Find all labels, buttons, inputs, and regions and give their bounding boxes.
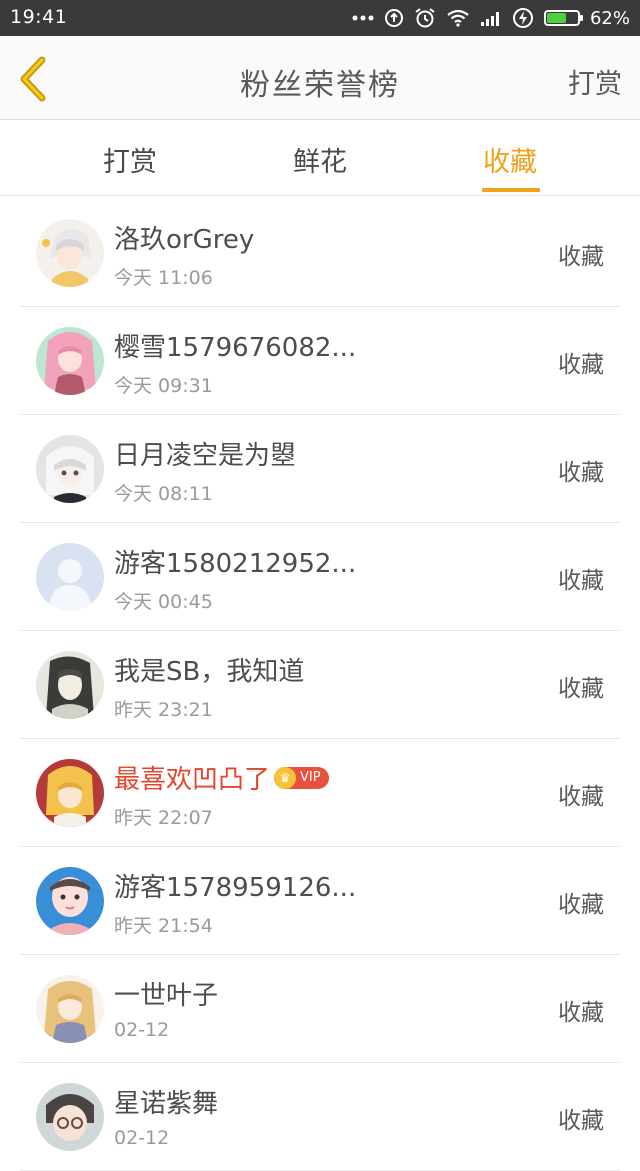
user-name: 星诺紫舞 bbox=[114, 1089, 219, 1119]
user-name: 一世叶子 bbox=[114, 981, 219, 1011]
more-dots-icon bbox=[352, 15, 374, 21]
name-wrap: 樱雪1579676082... bbox=[114, 327, 356, 364]
list-item[interactable]: 星诺紫舞 02-12 收藏 bbox=[0, 1063, 640, 1171]
name-wrap: 洛玖orGrey bbox=[114, 219, 254, 256]
action-label: 收藏 bbox=[558, 244, 604, 270]
avatar[interactable] bbox=[36, 975, 104, 1043]
avatar[interactable] bbox=[36, 327, 104, 395]
action-label: 收藏 bbox=[558, 352, 604, 378]
action-label: 收藏 bbox=[558, 1000, 604, 1026]
tab-favorites[interactable]: 收藏 bbox=[450, 140, 570, 192]
list-item[interactable]: 游客1578959126... 昨天 21:54 收藏 bbox=[0, 847, 640, 955]
fan-list: 洛玖orGrey 今天 11:06 收藏 樱雪1579676082... 今天 … bbox=[0, 199, 640, 1171]
avatar[interactable] bbox=[36, 867, 104, 935]
timestamp: 昨天 22:07 bbox=[114, 807, 213, 829]
battery-percent: 62% bbox=[589, 7, 630, 29]
list-item[interactable]: 最喜欢凹凸了 ♛ VIP 昨天 22:07 收藏 bbox=[0, 739, 640, 847]
timestamp: 02-12 bbox=[114, 1127, 170, 1149]
tab-label: 收藏 bbox=[483, 147, 537, 178]
vip-badge-label: VIP bbox=[300, 770, 321, 785]
list-item[interactable]: 我是SB，我知道 昨天 23:21 收藏 bbox=[0, 631, 640, 739]
crown-icon: ♛ bbox=[274, 766, 297, 789]
tab-active-indicator bbox=[482, 188, 540, 192]
action-label: 收藏 bbox=[558, 784, 604, 810]
timestamp: 今天 08:11 bbox=[114, 483, 213, 505]
signal-icon bbox=[480, 12, 499, 26]
list-item[interactable]: 日月凌空是为曌 今天 08:11 收藏 bbox=[0, 415, 640, 523]
tab-reward[interactable]: 打赏 bbox=[70, 140, 190, 179]
status-bar: 19:41 62% bbox=[0, 0, 640, 36]
wifi-icon bbox=[447, 9, 469, 27]
tab-bar: 打赏 鲜花 收藏 bbox=[0, 120, 640, 196]
user-name: 最喜欢凹凸了 bbox=[114, 765, 271, 795]
action-label: 收藏 bbox=[558, 568, 604, 594]
reward-button[interactable]: 打赏 bbox=[568, 62, 622, 101]
tab-flowers[interactable]: 鲜花 bbox=[260, 140, 380, 179]
avatar[interactable] bbox=[36, 759, 104, 827]
page-title: 粉丝荣誉榜 bbox=[240, 68, 400, 103]
avatar[interactable] bbox=[36, 651, 104, 719]
tab-label: 鲜花 bbox=[293, 147, 347, 178]
list-item[interactable]: 游客1580212952... 今天 00:45 收藏 bbox=[0, 523, 640, 631]
user-name: 我是SB，我知道 bbox=[114, 657, 305, 687]
timestamp: 今天 09:31 bbox=[114, 375, 213, 397]
timestamp: 昨天 21:54 bbox=[114, 915, 213, 937]
battery-fill bbox=[546, 13, 566, 23]
action-label: 收藏 bbox=[558, 676, 604, 702]
user-name: 樱雪1579676082... bbox=[114, 333, 357, 363]
action-label: 收藏 bbox=[558, 460, 604, 486]
charging-icon bbox=[512, 8, 533, 28]
timestamp: 今天 11:06 bbox=[114, 267, 213, 289]
battery-icon bbox=[543, 10, 583, 26]
name-wrap: 最喜欢凹凸了 ♛ VIP bbox=[114, 759, 329, 796]
name-wrap: 游客1580212952... bbox=[114, 543, 356, 580]
action-label: 收藏 bbox=[558, 1108, 604, 1134]
user-name: 游客1580212952... bbox=[114, 549, 357, 579]
timestamp: 昨天 23:21 bbox=[114, 699, 213, 721]
tab-label: 打赏 bbox=[103, 147, 157, 178]
name-wrap: 日月凌空是为曌 bbox=[114, 435, 296, 472]
user-name: 日月凌空是为曌 bbox=[114, 441, 297, 471]
user-name: 洛玖orGrey bbox=[114, 225, 255, 255]
status-icons: 62% bbox=[352, 0, 630, 36]
name-wrap: 一世叶子 bbox=[114, 975, 218, 1012]
timestamp: 02-12 bbox=[114, 1019, 170, 1041]
avatar[interactable] bbox=[36, 219, 104, 287]
name-wrap: 我是SB，我知道 bbox=[114, 651, 304, 688]
list-item[interactable]: 一世叶子 02-12 收藏 bbox=[0, 955, 640, 1063]
user-name: 游客1578959126... bbox=[114, 873, 357, 903]
avatar[interactable] bbox=[36, 543, 104, 611]
name-wrap: 游客1578959126... bbox=[114, 867, 356, 904]
sync-icon bbox=[384, 9, 403, 27]
list-item[interactable]: 洛玖orGrey 今天 11:06 收藏 bbox=[0, 199, 640, 307]
alarm-icon bbox=[415, 8, 435, 28]
vip-badge: ♛ VIP bbox=[274, 766, 329, 789]
list-item[interactable]: 樱雪1579676082... 今天 09:31 收藏 bbox=[0, 307, 640, 415]
action-label: 收藏 bbox=[558, 892, 604, 918]
avatar[interactable] bbox=[36, 435, 104, 503]
status-time: 19:41 bbox=[10, 6, 68, 28]
timestamp: 今天 00:45 bbox=[114, 591, 213, 613]
name-wrap: 星诺紫舞 bbox=[114, 1083, 218, 1120]
avatar[interactable] bbox=[36, 1083, 104, 1151]
app-header: 粉丝荣誉榜 打赏 bbox=[0, 36, 640, 120]
